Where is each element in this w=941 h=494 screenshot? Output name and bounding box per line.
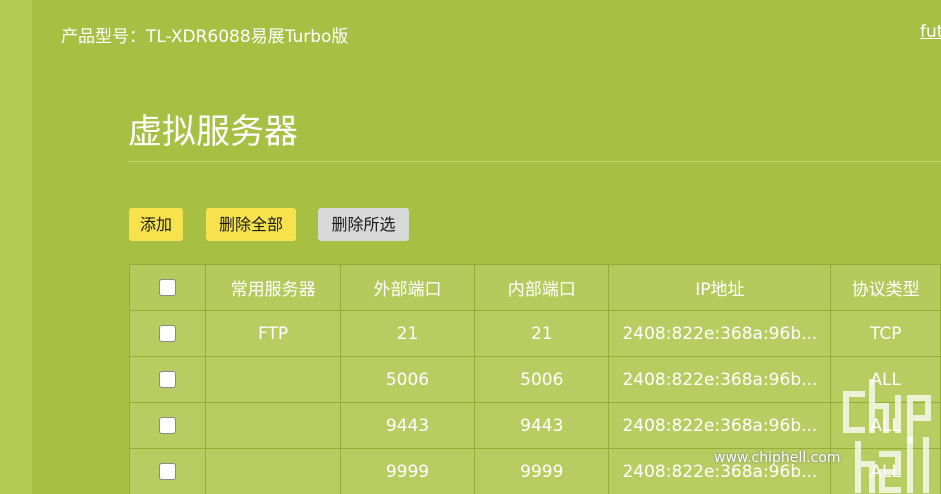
table-row[interactable]: FTP 21 21 2408:822e:368a:96b... TCP xyxy=(128,310,941,357)
cell-internal-port: 21 xyxy=(474,310,610,357)
row-checkbox[interactable] xyxy=(159,371,177,388)
cell-ip-address: 2408:822e:368a:96b... xyxy=(608,310,832,357)
cell-internal-port: 5006 xyxy=(474,356,610,403)
page-title: 虚拟服务器 xyxy=(128,112,298,152)
row-checkbox[interactable] xyxy=(159,463,177,480)
cell-external-port: 9999 xyxy=(339,448,476,494)
user-account-link[interactable]: fut xyxy=(920,22,941,42)
cell-service xyxy=(205,356,341,403)
row-select-cell xyxy=(128,356,207,403)
table-row[interactable]: 9443 9443 2408:822e:368a:96b... ALL xyxy=(128,402,941,449)
select-all-checkbox[interactable] xyxy=(159,279,177,296)
row-select-cell xyxy=(128,402,207,449)
row-select-cell xyxy=(128,448,207,494)
cell-internal-port: 9443 xyxy=(474,402,610,449)
cell-ip-address: 2408:822e:368a:96b... xyxy=(608,402,832,449)
header-select-cell xyxy=(128,264,207,311)
cell-external-port: 5006 xyxy=(339,356,476,403)
column-header-protocol: 协议类型 xyxy=(830,264,941,311)
table-row[interactable]: 5006 5006 2408:822e:368a:96b... ALL xyxy=(128,356,941,403)
row-select-cell xyxy=(128,310,207,357)
watermark-url-text: www.chiphell.com xyxy=(714,450,841,466)
cell-protocol: TCP xyxy=(830,310,941,357)
left-sidebar-strip xyxy=(0,0,32,494)
cell-protocol: ALL xyxy=(830,448,941,494)
cell-protocol: ALL xyxy=(830,356,941,403)
delete-selected-button[interactable]: 删除所选 xyxy=(318,208,409,241)
column-header-external-port: 外部端口 xyxy=(339,264,476,311)
cell-internal-port: 9999 xyxy=(474,448,610,494)
cell-protocol: ALL xyxy=(830,402,941,449)
column-header-ip-address: IP地址 xyxy=(608,264,832,311)
table-header-row: 常用服务器 外部端口 内部端口 IP地址 协议类型 xyxy=(128,264,941,311)
cell-service xyxy=(205,402,341,449)
title-divider xyxy=(128,161,941,162)
cell-service: FTP xyxy=(205,310,341,357)
cell-external-port: 21 xyxy=(339,310,476,357)
cell-ip-address: 2408:822e:368a:96b... xyxy=(608,356,832,403)
column-header-internal-port: 内部端口 xyxy=(474,264,610,311)
product-model-label: 产品型号：TL-XDR6088易展Turbo版 xyxy=(61,27,349,47)
row-checkbox[interactable] xyxy=(159,417,177,434)
add-button[interactable]: 添加 xyxy=(129,208,183,241)
column-header-service: 常用服务器 xyxy=(205,264,341,311)
row-checkbox[interactable] xyxy=(159,325,177,342)
cell-service xyxy=(205,448,341,494)
cell-external-port: 9443 xyxy=(339,402,476,449)
delete-all-button[interactable]: 删除全部 xyxy=(206,208,296,241)
router-admin-page: 产品型号：TL-XDR6088易展Turbo版 fut 虚拟服务器 添加 删除全… xyxy=(0,0,941,494)
header-bar: 产品型号：TL-XDR6088易展Turbo版 fut xyxy=(0,0,941,68)
